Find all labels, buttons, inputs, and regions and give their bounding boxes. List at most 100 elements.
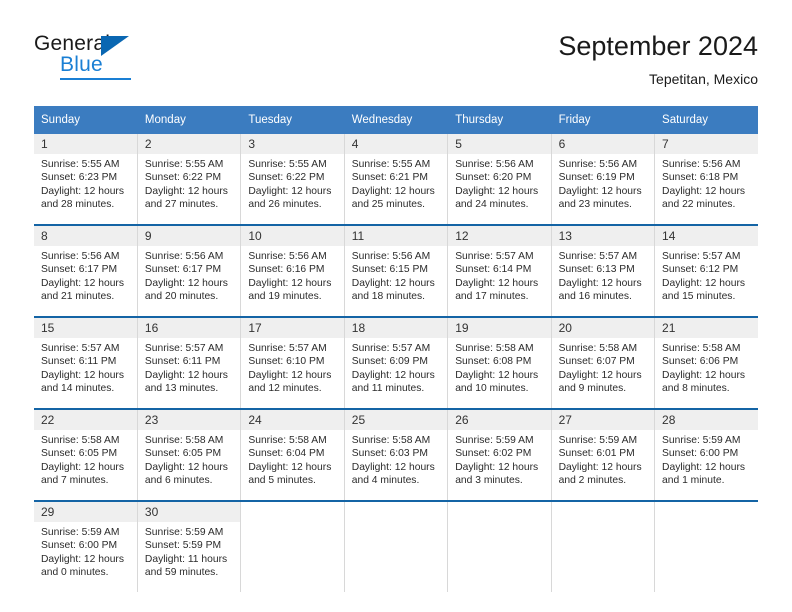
logo-underline (60, 78, 131, 80)
day-cell[interactable]: 24 Sunrise: 5:58 AM Sunset: 6:04 PM Dayl… (240, 408, 345, 501)
sunset-text: Sunset: 6:07 PM (558, 356, 635, 368)
daylight-text-line2: and 3 minutes. (455, 474, 523, 486)
column-header-monday: Monday (137, 106, 242, 134)
day-details: Sunrise: 5:55 AM Sunset: 6:22 PM Dayligh… (138, 154, 240, 211)
day-cell[interactable]: 25 Sunrise: 5:58 AM Sunset: 6:03 PM Dayl… (344, 408, 449, 501)
sunset-text: Sunset: 6:09 PM (351, 356, 428, 368)
day-number: 26 (448, 410, 551, 430)
day-cell[interactable]: 9 Sunrise: 5:56 AM Sunset: 6:17 PM Dayli… (137, 224, 242, 317)
day-number (552, 502, 654, 522)
column-header-sunday: Sunday (34, 106, 138, 134)
daylight-text-line1: Daylight: 12 hours (351, 369, 435, 381)
day-cell[interactable]: 30 Sunrise: 5:59 AM Sunset: 5:59 PM Dayl… (137, 500, 242, 592)
daylight-text-line2: and 16 minutes. (558, 290, 632, 302)
daylight-text-line1: Daylight: 12 hours (248, 185, 332, 197)
day-cell[interactable]: 3 Sunrise: 5:55 AM Sunset: 6:22 PM Dayli… (240, 134, 345, 225)
daylight-text-line1: Daylight: 12 hours (351, 185, 435, 197)
day-cell[interactable]: 22 Sunrise: 5:58 AM Sunset: 6:05 PM Dayl… (34, 408, 138, 501)
day-cell[interactable]: 2 Sunrise: 5:55 AM Sunset: 6:22 PM Dayli… (137, 134, 242, 225)
day-cell[interactable]: 10 Sunrise: 5:56 AM Sunset: 6:16 PM Dayl… (240, 224, 345, 317)
daylight-text-line1: Daylight: 12 hours (41, 461, 124, 473)
day-number: 9 (137, 226, 241, 246)
day-cell[interactable]: 8 Sunrise: 5:56 AM Sunset: 6:17 PM Dayli… (34, 224, 138, 317)
day-number: 23 (137, 410, 241, 430)
day-number: 18 (344, 318, 448, 338)
daylight-text-line1: Daylight: 12 hours (144, 461, 228, 473)
day-cell[interactable]: 17 Sunrise: 5:57 AM Sunset: 6:10 PM Dayl… (240, 316, 345, 409)
daylight-text-line2: and 13 minutes. (144, 382, 219, 394)
daylight-text-line2: and 11 minutes. (351, 382, 425, 394)
day-cell[interactable]: 29 Sunrise: 5:59 AM Sunset: 6:00 PM Dayl… (34, 500, 138, 592)
day-cell-empty (447, 500, 552, 592)
sunrise-text: Sunrise: 5:59 AM (144, 527, 224, 538)
sunrise-text: Sunrise: 5:56 AM (41, 251, 120, 262)
daylight-text-line2: and 9 minutes. (558, 382, 627, 394)
day-cell[interactable]: 28 Sunrise: 5:59 AM Sunset: 6:00 PM Dayl… (654, 408, 758, 501)
day-cell[interactable]: 4 Sunrise: 5:55 AM Sunset: 6:21 PM Dayli… (344, 134, 449, 225)
daylight-text-line2: and 27 minutes. (144, 198, 219, 210)
day-cell[interactable]: 20 Sunrise: 5:58 AM Sunset: 6:07 PM Dayl… (551, 316, 656, 409)
day-number (241, 502, 343, 522)
column-header-wednesday: Wednesday (344, 106, 449, 134)
day-cell[interactable]: 14 Sunrise: 5:57 AM Sunset: 6:12 PM Dayl… (654, 224, 758, 317)
daylight-text-line1: Daylight: 12 hours (351, 277, 435, 289)
column-header-tuesday: Tuesday (240, 106, 345, 134)
sunrise-text: Sunrise: 5:56 AM (248, 251, 327, 262)
day-cell[interactable]: 6 Sunrise: 5:56 AM Sunset: 6:19 PM Dayli… (551, 134, 656, 225)
day-number: 8 (34, 226, 137, 246)
daylight-text-line1: Daylight: 12 hours (558, 185, 642, 197)
daylight-text-line2: and 22 minutes. (662, 198, 736, 210)
day-details: Sunrise: 5:57 AM Sunset: 6:11 PM Dayligh… (138, 338, 240, 395)
sunrise-text: Sunrise: 5:56 AM (662, 159, 741, 170)
daylight-text-line1: Daylight: 12 hours (41, 185, 124, 197)
day-cell[interactable]: 16 Sunrise: 5:57 AM Sunset: 6:11 PM Dayl… (137, 316, 242, 409)
day-number: 12 (448, 226, 551, 246)
sunrise-text: Sunrise: 5:55 AM (351, 159, 431, 170)
day-cell[interactable]: 27 Sunrise: 5:59 AM Sunset: 6:01 PM Dayl… (551, 408, 656, 501)
sunset-text: Sunset: 6:04 PM (248, 448, 325, 460)
day-cell[interactable]: 5 Sunrise: 5:56 AM Sunset: 6:20 PM Dayli… (447, 134, 552, 225)
page-title: September 2024 (558, 31, 758, 61)
day-number: 25 (344, 410, 448, 430)
day-details: Sunrise: 5:57 AM Sunset: 6:09 PM Dayligh… (345, 338, 447, 395)
daylight-text-line1: Daylight: 12 hours (41, 369, 124, 381)
day-cell[interactable]: 15 Sunrise: 5:57 AM Sunset: 6:11 PM Dayl… (34, 316, 138, 409)
day-details: Sunrise: 5:58 AM Sunset: 6:07 PM Dayligh… (552, 338, 654, 395)
day-cell[interactable]: 23 Sunrise: 5:58 AM Sunset: 6:05 PM Dayl… (137, 408, 242, 501)
daylight-text-line2: and 23 minutes. (558, 198, 632, 210)
day-details: Sunrise: 5:56 AM Sunset: 6:17 PM Dayligh… (138, 246, 240, 303)
day-details: Sunrise: 5:56 AM Sunset: 6:18 PM Dayligh… (655, 154, 758, 211)
sunrise-text: Sunrise: 5:58 AM (144, 435, 224, 446)
day-cell[interactable]: 11 Sunrise: 5:56 AM Sunset: 6:15 PM Dayl… (344, 224, 449, 317)
day-cell[interactable]: 1 Sunrise: 5:55 AM Sunset: 6:23 PM Dayli… (34, 134, 138, 225)
day-cell[interactable]: 19 Sunrise: 5:58 AM Sunset: 6:08 PM Dayl… (447, 316, 552, 409)
day-number: 2 (137, 134, 241, 154)
sunset-text: Sunset: 6:05 PM (144, 448, 222, 460)
daylight-text-line2: and 18 minutes. (351, 290, 426, 302)
sunrise-text: Sunrise: 5:58 AM (41, 435, 120, 446)
day-cell[interactable]: 12 Sunrise: 5:57 AM Sunset: 6:14 PM Dayl… (447, 224, 552, 317)
sunrise-text: Sunrise: 5:57 AM (248, 343, 327, 354)
day-details: Sunrise: 5:59 AM Sunset: 6:00 PM Dayligh… (34, 522, 137, 579)
day-number (655, 502, 758, 522)
sunrise-text: Sunrise: 5:55 AM (41, 159, 120, 170)
general-blue-logo[interactable]: General Blue (34, 32, 234, 92)
day-number: 10 (241, 226, 344, 246)
daylight-text-line2: and 24 minutes. (455, 198, 529, 210)
day-details: Sunrise: 5:59 AM Sunset: 6:01 PM Dayligh… (552, 430, 654, 487)
day-cell[interactable]: 21 Sunrise: 5:58 AM Sunset: 6:06 PM Dayl… (654, 316, 758, 409)
daylight-text-line1: Daylight: 12 hours (558, 277, 642, 289)
day-cell[interactable]: 13 Sunrise: 5:57 AM Sunset: 6:13 PM Dayl… (551, 224, 656, 317)
day-cell[interactable]: 26 Sunrise: 5:59 AM Sunset: 6:02 PM Dayl… (447, 408, 552, 501)
title-block: September 2024 Tepetitan, Mexico (558, 30, 758, 89)
sunrise-text: Sunrise: 5:55 AM (144, 159, 224, 170)
daylight-text-line1: Daylight: 12 hours (248, 277, 332, 289)
sunset-text: Sunset: 6:21 PM (351, 172, 428, 184)
sunset-text: Sunset: 6:19 PM (558, 172, 635, 184)
day-details: Sunrise: 5:56 AM Sunset: 6:20 PM Dayligh… (448, 154, 550, 211)
day-cell[interactable]: 18 Sunrise: 5:57 AM Sunset: 6:09 PM Dayl… (344, 316, 449, 409)
sunset-text: Sunset: 6:00 PM (41, 540, 118, 552)
day-cell[interactable]: 7 Sunrise: 5:56 AM Sunset: 6:18 PM Dayli… (655, 134, 758, 225)
sunrise-text: Sunrise: 5:57 AM (662, 251, 741, 262)
daylight-text-line1: Daylight: 12 hours (144, 185, 228, 197)
